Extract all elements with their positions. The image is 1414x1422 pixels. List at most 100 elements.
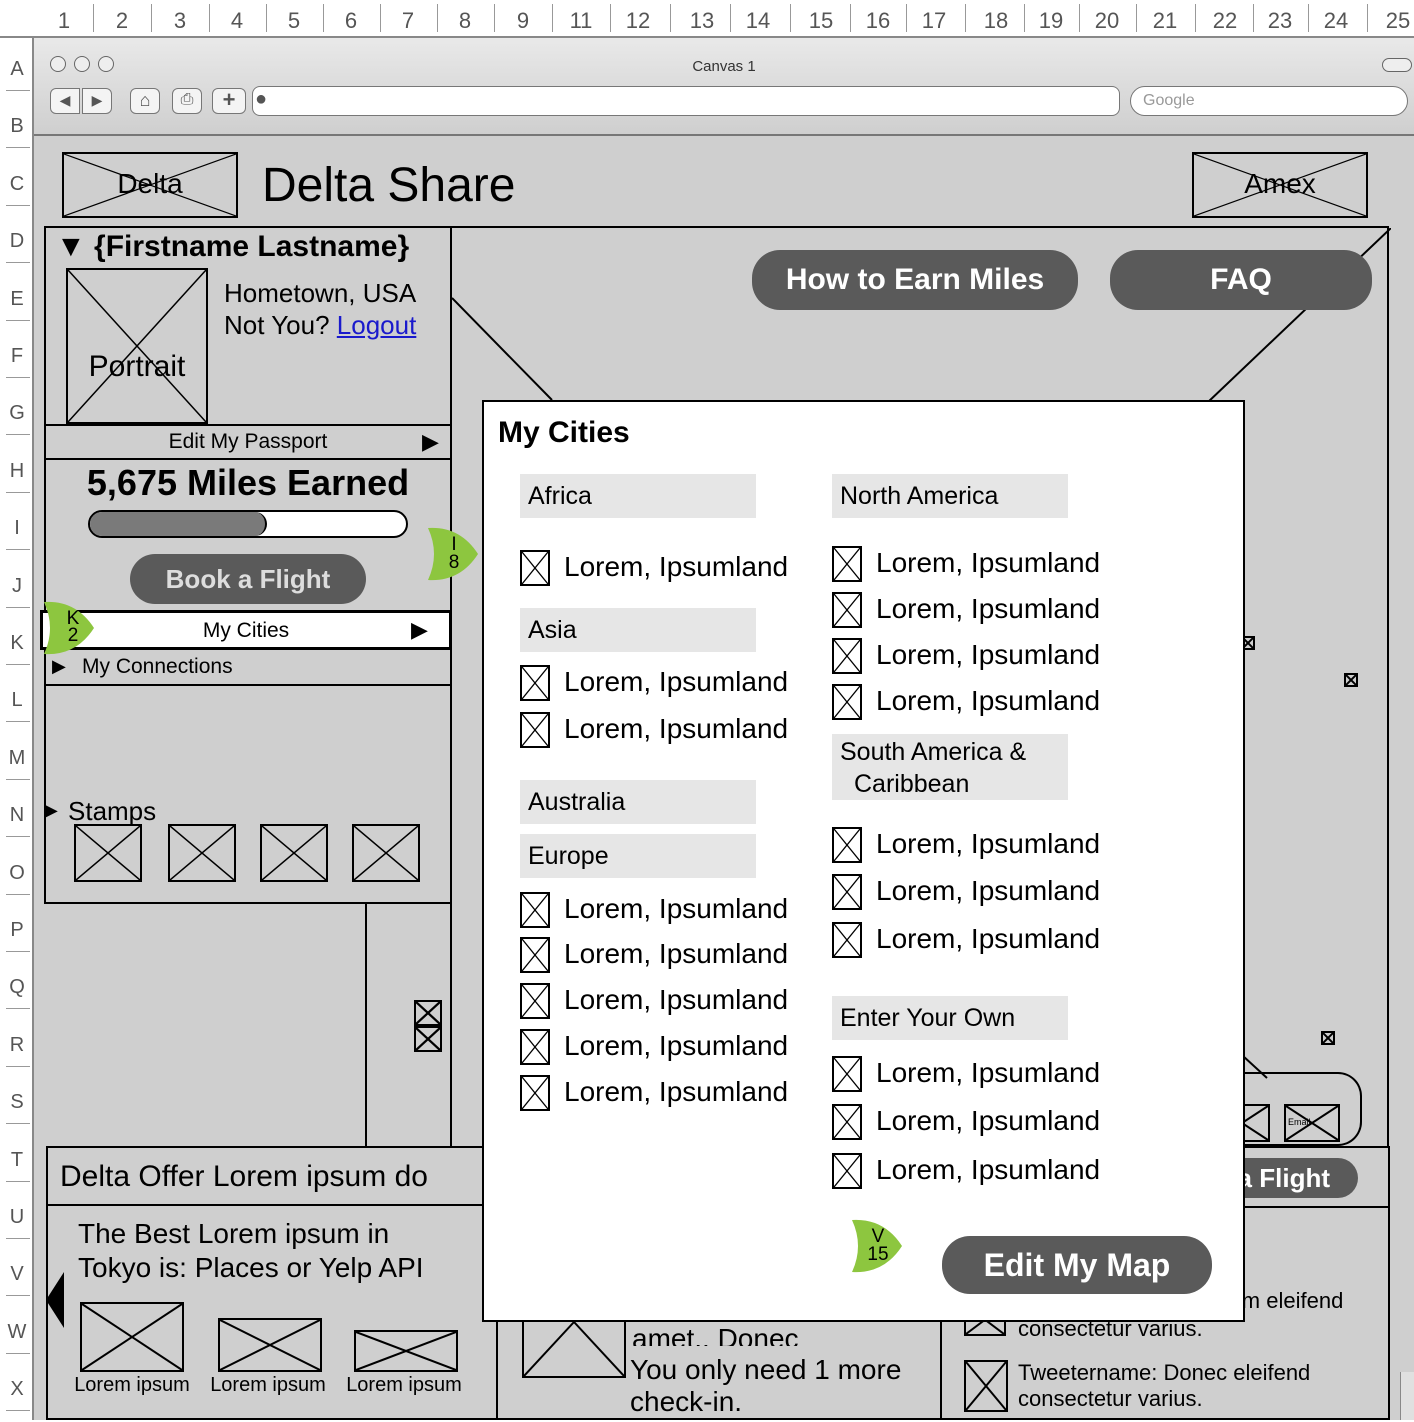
ruler-column-label: 21 bbox=[1152, 8, 1178, 33]
region-australia: Australia bbox=[520, 780, 756, 824]
offer-title: Delta Offer Lorem ipsum do bbox=[60, 1160, 428, 1193]
ruler-column-label: 16 bbox=[865, 8, 891, 33]
city-label: Lorem, Ipsumland bbox=[564, 713, 789, 744]
back-icon[interactable]: ◀ bbox=[50, 88, 80, 114]
city-checkbox[interactable] bbox=[832, 874, 862, 910]
city-checkbox[interactable] bbox=[520, 550, 550, 586]
edit-my-map-button[interactable]: Edit My Map bbox=[942, 1236, 1212, 1294]
delta-logo[interactable]: Delta bbox=[62, 152, 238, 218]
stamp[interactable] bbox=[168, 824, 236, 882]
city-label: Lorem, Ipsumland bbox=[564, 1030, 789, 1061]
ruler-column-label: 17 bbox=[921, 8, 947, 33]
stamp[interactable] bbox=[74, 824, 142, 882]
how-to-earn-miles-button[interactable]: How to Earn Miles bbox=[752, 250, 1078, 310]
profile-panel: ▼ {Firstname Lastname} Portrait Hometown… bbox=[40, 226, 452, 904]
ruler-column-label: 5 bbox=[287, 8, 301, 33]
map-marker[interactable] bbox=[1321, 1031, 1335, 1045]
profile-name[interactable]: ▼ {Firstname Lastname} bbox=[56, 230, 409, 264]
city-checkbox[interactable] bbox=[832, 592, 862, 628]
my-connections-label: My Connections bbox=[82, 655, 233, 678]
print-icon[interactable]: ⎙ bbox=[172, 88, 202, 114]
forward-icon[interactable]: ▶ bbox=[82, 88, 112, 114]
city-label: Lorem, Ipsumland bbox=[876, 639, 1101, 670]
home-icon[interactable]: ⌂ bbox=[130, 88, 160, 114]
scrollbar[interactable] bbox=[1400, 1372, 1414, 1420]
city-checkbox[interactable] bbox=[520, 1029, 550, 1065]
modal-title: My Cities bbox=[498, 416, 630, 449]
my-cities-modal: My Cities Africa Asia Australia Europe N… bbox=[482, 400, 1245, 1322]
address-bar[interactable]: ● bbox=[252, 86, 1120, 116]
offer-thumb[interactable] bbox=[354, 1330, 458, 1372]
search-input[interactable]: Google bbox=[1130, 86, 1408, 116]
book-flight-button[interactable]: Book a Flight bbox=[130, 554, 366, 604]
ruler-tick bbox=[6, 204, 30, 206]
city-checkbox[interactable] bbox=[832, 1104, 862, 1140]
email-icon[interactable]: Email bbox=[1284, 1104, 1340, 1142]
ruler-row-label: X bbox=[10, 1378, 24, 1401]
ruler-column-label: 8 bbox=[458, 8, 472, 33]
city-checkbox[interactable] bbox=[520, 665, 550, 701]
ruler-tick bbox=[6, 664, 30, 665]
map-marker[interactable] bbox=[1344, 673, 1358, 687]
offer-panel: Delta Offer Lorem ipsum do The Best Lore… bbox=[46, 1146, 498, 1420]
city-checkbox[interactable] bbox=[520, 1075, 550, 1111]
ruler-column-label: 19 bbox=[1038, 8, 1064, 33]
add-bookmark-icon[interactable]: + bbox=[212, 88, 246, 114]
ruler-tick bbox=[6, 1352, 30, 1354]
city-checkbox[interactable] bbox=[832, 827, 862, 863]
city-checkbox[interactable] bbox=[520, 983, 550, 1019]
city-checkbox[interactable] bbox=[520, 937, 550, 973]
city-checkbox[interactable] bbox=[832, 684, 862, 720]
divider bbox=[365, 902, 367, 1146]
city-label: Lorem, Ipsumland bbox=[564, 1076, 789, 1107]
ruler-column-label: 9 bbox=[516, 8, 530, 33]
ruler-left: A B C D E F G H I J K L M N O P Q R S T U V W X bbox=[0, 38, 34, 1420]
edit-passport-row[interactable]: Edit My Passport ▶ bbox=[46, 424, 450, 460]
ruler-row-label: F bbox=[10, 345, 24, 367]
amex-logo[interactable]: Amex bbox=[1192, 152, 1368, 218]
city-checkbox[interactable] bbox=[832, 922, 862, 958]
city-checkbox[interactable] bbox=[832, 1056, 862, 1092]
ruler-tick bbox=[6, 606, 30, 608]
portrait-label: Portrait bbox=[88, 350, 186, 383]
stamps-label: Stamps bbox=[68, 796, 157, 826]
faq-button[interactable]: FAQ bbox=[1110, 250, 1372, 310]
ruler-tick bbox=[790, 4, 791, 32]
ruler-column-label: 1 bbox=[57, 8, 71, 33]
ruler-column-label: 24 bbox=[1323, 8, 1349, 33]
delta-logo-label: Delta bbox=[117, 168, 183, 199]
stamp[interactable] bbox=[352, 824, 420, 882]
city-checkbox[interactable] bbox=[832, 1153, 862, 1189]
offer-thumb[interactable] bbox=[80, 1302, 184, 1372]
my-connections-row[interactable]: ▶ My Connections bbox=[46, 650, 450, 686]
logout-link[interactable]: Logout bbox=[337, 310, 417, 340]
city-checkbox[interactable] bbox=[832, 638, 862, 674]
offer-thumb[interactable] bbox=[218, 1318, 322, 1372]
map-marker[interactable] bbox=[414, 1026, 442, 1052]
city-checkbox[interactable] bbox=[520, 892, 550, 928]
city-checkbox[interactable] bbox=[832, 546, 862, 582]
map-marker[interactable] bbox=[414, 1000, 442, 1026]
city-checkbox[interactable] bbox=[520, 712, 550, 748]
checkin-text-partial: amet,. Donec bbox=[632, 1324, 799, 1346]
page: Delta Delta Share Amex How to Earn Miles… bbox=[34, 136, 1414, 1420]
city-label: Lorem, Ipsumland bbox=[564, 551, 789, 582]
ruler-tick bbox=[6, 434, 30, 436]
site-title: Delta Share bbox=[262, 159, 516, 212]
region-north-america: North America bbox=[832, 474, 1068, 518]
offer-thumb-label: Lorem ipsum bbox=[346, 1374, 462, 1396]
ruler-column-label: 4 bbox=[230, 8, 244, 33]
toolbar-toggle-button[interactable] bbox=[1382, 58, 1412, 72]
stamp[interactable] bbox=[260, 824, 328, 882]
my-cities-row[interactable]: My Cities ▶ bbox=[40, 610, 452, 650]
ruler-tick bbox=[1195, 4, 1196, 32]
ruler-tick bbox=[1367, 4, 1368, 32]
offer-prev-arrow[interactable] bbox=[46, 1272, 66, 1328]
annotation-tag-v15-bottom: 15 bbox=[867, 1244, 889, 1265]
offer-subtitle-2: Tokyo is: Places or Yelp API bbox=[78, 1252, 424, 1283]
ruler-column-label: 7 bbox=[401, 8, 415, 33]
feed-item-2-text: Tweetername: Donec eleifend bbox=[1018, 1360, 1311, 1385]
annotation-tag-k2-bottom: 2 bbox=[67, 625, 79, 646]
city-label: Lorem, Ipsumland bbox=[876, 1154, 1101, 1185]
region-europe: Europe bbox=[520, 834, 756, 878]
